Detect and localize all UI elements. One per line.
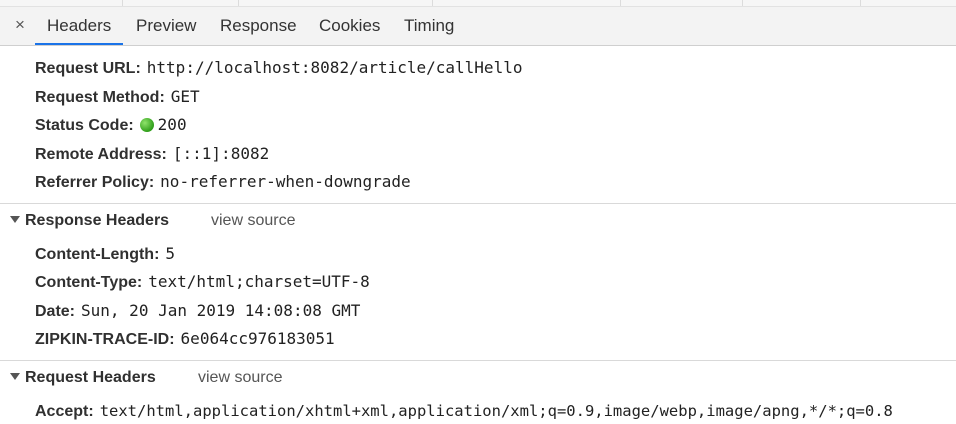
view-source-link[interactable]: view source <box>198 366 282 390</box>
general-row-request-method: Request Method: GET <box>35 86 200 108</box>
header-name: Referrer Policy: <box>35 174 155 191</box>
response-header-row: ZIPKIN-TRACE-ID: 6e064cc976183051 <box>35 328 335 350</box>
section-title: Response Headers <box>25 212 170 229</box>
close-icon[interactable]: × <box>11 16 29 34</box>
header-name: Content-Length: <box>35 246 160 263</box>
header-value: Sun, 20 Jan 2019 14:08:08 GMT <box>81 301 361 320</box>
general-row-referrer-policy: Referrer Policy: no-referrer-when-downgra… <box>35 171 411 193</box>
response-header-row: Content-Length: 5 <box>35 243 175 265</box>
header-value: 5 <box>165 244 176 263</box>
header-value: [::1]:8082 <box>172 144 270 163</box>
header-value: 200 <box>157 115 187 134</box>
header-name: Request URL: <box>35 60 141 77</box>
column-separator <box>432 0 433 6</box>
header-name: Accept: <box>35 403 94 420</box>
column-separator <box>620 0 621 6</box>
header-value: text/html;charset=UTF-8 <box>148 272 370 291</box>
header-name: Content-Type: <box>35 274 143 291</box>
header-name: Status Code: <box>35 117 134 134</box>
header-name: Date: <box>35 303 76 320</box>
header-name: Request Method: <box>35 89 165 106</box>
tab-response[interactable]: Response <box>208 7 309 45</box>
tab-headers[interactable]: Headers <box>35 7 124 45</box>
request-header-row: Accept: text/html,application/xhtml+xml,a… <box>35 400 893 422</box>
header-name: Remote Address: <box>35 146 167 163</box>
tab-preview[interactable]: Preview <box>124 7 208 45</box>
section-divider <box>0 360 956 361</box>
top-strip <box>0 0 956 7</box>
general-row-request-url: Request URL: http://localhost:8082/articl… <box>35 57 522 79</box>
column-separator <box>860 0 861 6</box>
status-ok-icon <box>139 118 154 132</box>
response-header-row: Date: Sun, 20 Jan 2019 14:08:08 GMT <box>35 300 360 322</box>
section-divider <box>0 203 956 204</box>
general-row-status-code: Status Code: 200 <box>35 114 187 136</box>
collapse-triangle-icon[interactable] <box>10 373 20 380</box>
general-row-remote-address: Remote Address: [::1]:8082 <box>35 143 269 165</box>
tab-cookies[interactable]: Cookies <box>307 7 392 45</box>
section-title: Request Headers <box>25 369 156 386</box>
header-value: http://localhost:8082/article/callHello <box>146 58 523 77</box>
detail-tab-bar: × Headers Preview Response Cookies Timin… <box>0 7 956 46</box>
header-name: ZIPKIN-TRACE-ID: <box>35 331 175 348</box>
tab-timing[interactable]: Timing <box>392 7 466 45</box>
header-value: GET <box>170 87 200 106</box>
view-source-link[interactable]: view source <box>211 209 295 233</box>
collapse-triangle-icon[interactable] <box>10 216 20 223</box>
response-headers-section-header[interactable]: Response Headers <box>0 209 169 233</box>
header-value: text/html,application/xhtml+xml,applicat… <box>99 402 893 420</box>
response-header-row: Content-Type: text/html;charset=UTF-8 <box>35 271 370 293</box>
column-separator <box>742 0 743 6</box>
column-separator <box>238 0 239 6</box>
header-value: 6e064cc976183051 <box>180 329 335 348</box>
header-value: no-referrer-when-downgrade <box>160 172 411 191</box>
request-headers-section-header[interactable]: Request Headers <box>0 366 156 390</box>
column-separator <box>122 0 123 6</box>
